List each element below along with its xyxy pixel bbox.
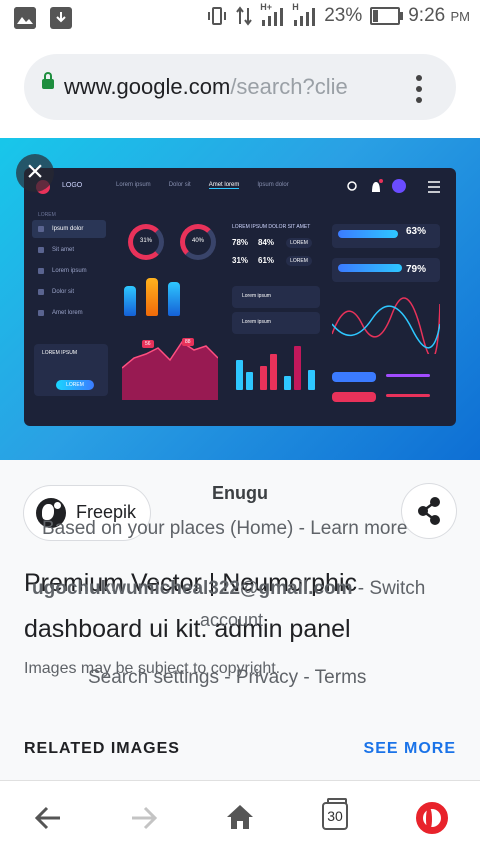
- dashboard-bar: [284, 376, 291, 390]
- url-domain: www.google.com: [64, 74, 231, 99]
- account-email: ugochukwumicheal322@gmail.com: [32, 578, 353, 599]
- dashboard-promo-card: LOREM IPSUM LOREM: [34, 344, 108, 396]
- location-label: Enugu: [212, 483, 268, 503]
- dashboard-bar: [246, 372, 253, 390]
- account-word[interactable]: account: [200, 610, 263, 631]
- dashboard-progress: [338, 230, 398, 238]
- dashboard-card-button-label: LOREM: [66, 382, 84, 388]
- dashboard-list-item: Lorem ipsum: [232, 312, 320, 334]
- dashboard-line: [386, 394, 430, 397]
- dashboard-chart-tag: 88: [182, 338, 194, 346]
- dashboard-small-button-label: LOREM: [290, 258, 308, 264]
- battery-percent: 23%: [324, 5, 363, 26]
- dashboard-bar: [308, 370, 315, 390]
- dashboard-nav-item: Dolor sit: [168, 182, 191, 188]
- dashboard-bar: [294, 346, 301, 390]
- dashboard-small-button: LOREM: [286, 238, 312, 248]
- dashboard-chart-tag: 56: [142, 340, 154, 348]
- signal-icon: H+: [260, 2, 284, 26]
- dashboard-ring-label: 31%: [139, 238, 152, 244]
- related-images-heading: RELATED IMAGES: [24, 740, 180, 757]
- dashboard-stat: 78%: [232, 238, 249, 247]
- dashboard-nav-item: Ipsum dolor: [257, 182, 289, 188]
- dashboard-sidebar-item: Amet lorem: [32, 304, 106, 322]
- dashboard-topbar: LOGO Lorem ipsum Dolor sit Amet lorem Ip…: [24, 168, 456, 204]
- vibrate-icon: [208, 7, 227, 25]
- dashboard-bar: [260, 366, 267, 390]
- close-icon: ×: [26, 155, 44, 188]
- clock-time: 9:26: [408, 5, 446, 26]
- dashboard-area-chart: [122, 340, 218, 400]
- opera-logo-icon[interactable]: [416, 802, 448, 834]
- clock-ampm: PM: [450, 9, 471, 24]
- dashboard-ring-label: 40%: [191, 238, 204, 244]
- dashboard-card-button: LOREM: [56, 380, 94, 390]
- tab-switcher-button[interactable]: 30: [322, 798, 348, 830]
- dashboard-small-button: LOREM: [286, 256, 312, 266]
- status-bar: H+ H 23% 9:26 PM: [0, 0, 480, 36]
- dashboard-stat: 31%: [232, 256, 249, 265]
- dashboard-list-item-label: Lorem ipsum: [242, 293, 271, 299]
- dashboard-bar: [146, 278, 158, 316]
- dashboard-big-stat: 79%: [406, 264, 427, 275]
- address-bar[interactable]: www.google.com/search?clie: [24, 54, 456, 120]
- account-line: ugochukwumicheal322@gmail.com - Switch: [32, 578, 425, 600]
- dashboard-bar: [270, 354, 277, 390]
- dashboard-bar: [236, 360, 243, 390]
- close-button[interactable]: ×: [16, 154, 54, 192]
- dashboard-image: LOGO Lorem ipsum Dolor sit Amet lorem Ip…: [24, 168, 456, 426]
- url-path: /search?clie: [230, 74, 348, 99]
- dashboard-sidebar-item: Ipsum dolor: [32, 220, 106, 238]
- clock: 9:26 PM: [408, 5, 470, 27]
- dashboard-bar: [168, 282, 180, 316]
- back-arrow-icon[interactable]: [34, 805, 62, 831]
- see-more-link[interactable]: SEE MORE: [364, 740, 456, 758]
- dashboard-header-text: LOREM IPSUM DOLOR SIT AMET: [232, 224, 311, 230]
- dashboard-big-stat: 63%: [406, 226, 427, 237]
- dashboard-logo-text: LOGO: [62, 182, 83, 189]
- dashboard-list-item: Lorem ipsum: [232, 286, 320, 308]
- dashboard-list-item-label: Lorem ipsum: [242, 319, 271, 325]
- dashboard-nav-item: Lorem ipsum: [116, 182, 151, 188]
- dashboard-pill: [332, 392, 376, 402]
- dashboard-wave-chart: [332, 297, 440, 354]
- dashboard-sidebar-item: Sit amet: [32, 241, 106, 259]
- battery-icon: [370, 7, 404, 25]
- dashboard-small-button-label: LOREM: [290, 240, 308, 246]
- tab-count: 30: [327, 808, 343, 824]
- signal-icon: H: [292, 2, 316, 26]
- lock-icon: [42, 72, 54, 89]
- dashboard-bar: [124, 286, 136, 316]
- location-source-text[interactable]: Based on your places (Home) - Learn more: [42, 518, 407, 540]
- dashboard-sidebar: Ipsum dolor Sit amet Lorem ipsum Dolor s…: [32, 220, 106, 332]
- download-icon: [50, 7, 72, 29]
- home-icon[interactable]: [226, 804, 254, 830]
- dashboard-card-title: LOREM IPSUM: [42, 350, 78, 356]
- dashboard-sidebar-item: Lorem ipsum: [32, 262, 106, 280]
- dashboard-header-icons: [347, 179, 440, 193]
- data-arrows-icon: [236, 6, 253, 26]
- image-preview[interactable]: LOGO Lorem ipsum Dolor sit Amet lorem Ip…: [0, 138, 480, 460]
- dashboard-pill: [332, 372, 376, 382]
- footer-links[interactable]: Search settings - Privacy - Terms: [88, 667, 366, 689]
- switch-account-link[interactable]: - Switch: [353, 578, 426, 599]
- dashboard-nav-item: Amet lorem: [208, 182, 240, 189]
- dashboard-progress: [338, 264, 402, 272]
- url-text[interactable]: www.google.com/search?clie: [64, 74, 414, 100]
- dashboard-line: [386, 374, 430, 377]
- image-title[interactable]: Premium Vector | Neumorphic dashboard ui…: [24, 560, 444, 652]
- dashboard-stat: 61%: [258, 256, 275, 265]
- dashboard-sidebar-title: LOREM: [38, 212, 56, 218]
- forward-arrow-icon[interactable]: [130, 805, 158, 831]
- more-vert-icon[interactable]: [416, 75, 422, 108]
- dashboard-stat: 84%: [258, 238, 275, 247]
- dashboard-ring: 31%: [128, 224, 164, 260]
- dashboard-ring: 40%: [180, 224, 216, 260]
- dashboard-nav: Lorem ipsum Dolor sit Amet lorem Ipsum d…: [116, 182, 289, 189]
- dashboard-sidebar-item: Dolor sit: [32, 283, 106, 301]
- image-icon: [14, 7, 36, 29]
